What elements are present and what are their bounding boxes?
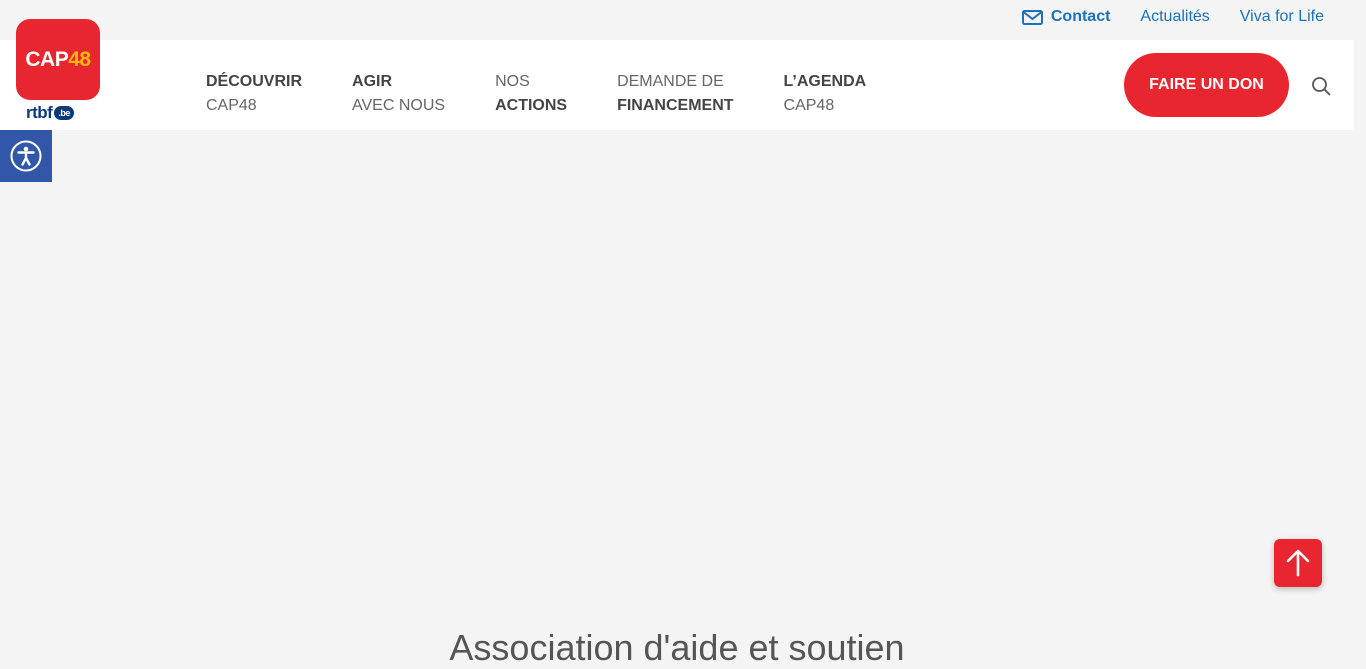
arrow-up-icon [1286, 549, 1310, 577]
menu-item-line2: CAP48 [783, 97, 835, 114]
mail-icon [1021, 9, 1043, 25]
menu-item-decouvrir[interactable]: DÉCOUVRIR CAP48 [206, 70, 302, 118]
logo-name-48: 48 [68, 47, 91, 71]
viva-for-life-link[interactable]: Viva for Life [1240, 8, 1324, 26]
accessibility-icon [10, 140, 42, 172]
contact-label: Contact [1050, 8, 1111, 25]
menu-item-line2: FINANCEMENT [617, 97, 734, 114]
rtbf-label: rtbf [26, 103, 53, 122]
donate-button[interactable]: FAIRE UN DON [1124, 53, 1289, 117]
top-bar: Contact Actualités Viva for Life [0, 0, 1366, 40]
main-menu: DÉCOUVRIR CAP48 AGIR AVEC NOUS NOS ACTIO… [206, 70, 866, 118]
rtbf-logo: rtbf .be [16, 103, 100, 123]
menu-item-nos-actions[interactable]: NOS ACTIONS [495, 70, 567, 118]
hero-title: Association d'aide et soutien [449, 627, 905, 668]
menu-item-line1: L’AGENDA [783, 73, 867, 90]
menu-item-line2: AVEC NOUS [352, 97, 446, 114]
search-button[interactable] [1311, 76, 1331, 96]
cap48-logo[interactable]: CAP 48 rtbf .be [16, 19, 100, 123]
accessibility-toolbar-button[interactable] [0, 130, 52, 182]
menu-item-agenda[interactable]: L’AGENDA CAP48 [784, 70, 867, 118]
back-to-top-button[interactable] [1274, 539, 1322, 587]
menu-item-line2: CAP48 [206, 97, 257, 114]
menu-item-line1: AGIR [352, 73, 393, 90]
menu-item-line2: ACTIONS [495, 97, 568, 114]
logo-badge: CAP 48 [16, 19, 100, 100]
logo-name-cap: CAP [25, 47, 69, 71]
menu-item-line1: NOS [495, 73, 530, 90]
search-icon [1312, 77, 1331, 96]
menu-item-agir[interactable]: AGIR AVEC NOUS [352, 70, 445, 118]
actualites-link[interactable]: Actualités [1140, 8, 1209, 26]
top-links: Contact Actualités Viva for Life [1021, 8, 1324, 26]
menu-item-line1: DEMANDE DE [617, 73, 724, 90]
contact-link[interactable]: Contact [1021, 8, 1111, 26]
rtbf-be-badge: .be [54, 106, 74, 120]
menu-item-demande-financement[interactable]: DEMANDE DE FINANCEMENT [617, 70, 733, 118]
menu-item-line1: DÉCOUVRIR [206, 73, 303, 90]
